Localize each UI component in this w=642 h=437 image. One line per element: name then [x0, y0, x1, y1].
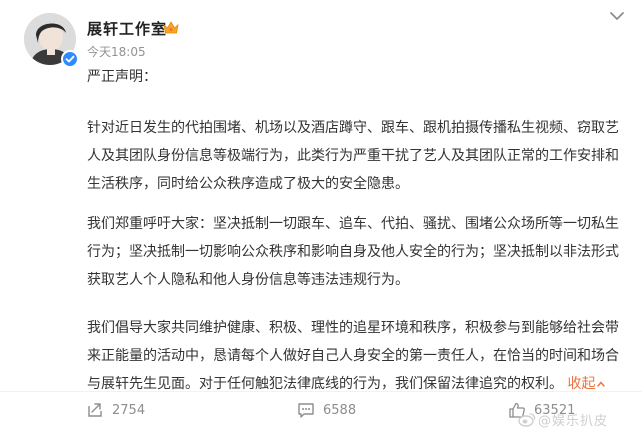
chevron-down-icon[interactable] — [607, 8, 627, 24]
collapse-link[interactable]: 收起 — [567, 376, 606, 392]
repost-icon — [88, 403, 102, 417]
paragraph-line: 行为；坚决抵制一切影响公众秩序和影响自身及他人安全的行为；坚决抵制以非法形式 — [87, 244, 619, 260]
watermark: @娱乐扒皮 — [518, 410, 608, 429]
paragraph-line: 人及其团队身份信息等极端行为，此类行为严重干扰了艺人及其团队正常的工作安排和 — [87, 148, 619, 164]
collapse-label: 收起 — [567, 376, 596, 392]
comment-icon — [298, 403, 314, 418]
post-greeting: 严正声明： — [87, 69, 157, 85]
paragraph-line-last: 与展轩先生见面。对于任何触犯法律底线的行为，我们保留法律追究的权利。 收起 — [87, 370, 632, 398]
verified-badge-icon — [61, 50, 79, 68]
paragraph-line: 针对近日发生的代拍围堵、机场以及酒店蹲守、跟车、跟机拍摄传播私生视频、窃取艺 — [87, 120, 619, 136]
weibo-logo-icon — [518, 413, 536, 427]
paragraph-line-text: 与展轩先生见面。对于任何触犯法律底线的行为，我们保留法律追究的权利。 — [87, 376, 563, 392]
paragraph-3: 我们倡导大家共同维护健康、积极、理性的追星环境和秩序，积极参与到能够给社会带 来… — [87, 314, 632, 398]
comment-count: 6588 — [323, 402, 357, 418]
post-time[interactable]: 今天18:05 — [87, 43, 146, 60]
paragraph-1: 针对近日发生的代拍围堵、机场以及酒店蹲守、跟车、跟机拍摄传播私生视频、窃取艺 人… — [87, 114, 632, 198]
paragraph-line: 我们倡导大家共同维护健康、积极、理性的追星环境和秩序，积极参与到能够给社会带 — [87, 320, 619, 336]
paragraph-line: 我们郑重呼吁大家：坚决抵制一切跟车、追车、代拍、骚扰、围堵公众场所等一切私生 — [87, 216, 619, 232]
paragraph-2: 我们郑重呼吁大家：坚决抵制一切跟车、追车、代拍、骚扰、围堵公众场所等一切私生 行… — [87, 210, 632, 294]
paragraph-line: 来正能量的活动中，恳请每个人做好自己人身安全的第一责任人，在恰当的时间和场合 — [87, 348, 619, 364]
vip-crown-icon — [163, 21, 179, 34]
chevron-up-icon — [597, 381, 606, 387]
paragraph-line: 获取艺人个人隐私和他人身份信息等违法违规行为。 — [87, 272, 409, 288]
weibo-post-card: 展轩工作室 今天18:05 严正声明： 针对近日发生的代拍围堵、机场以及酒店蹲守… — [0, 0, 642, 437]
repost-count: 2754 — [112, 402, 146, 418]
comment-button[interactable]: 6588 — [297, 398, 356, 422]
author-name[interactable]: 展轩工作室 — [87, 18, 167, 39]
divider — [0, 391, 642, 392]
repost-button[interactable]: 2754 — [86, 398, 145, 422]
watermark-text: @娱乐扒皮 — [538, 414, 609, 429]
paragraph-line: 生活秩序，同时给公众秩序造成了极大的安全隐患。 — [87, 176, 409, 192]
